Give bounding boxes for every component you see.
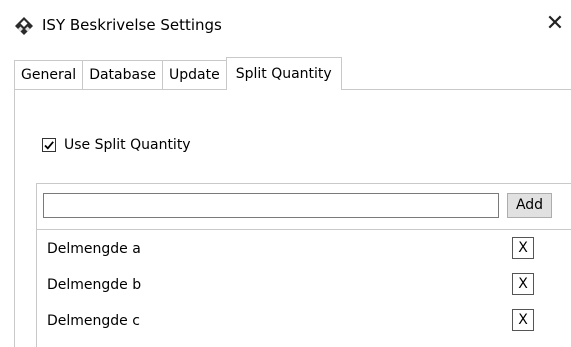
- split-quantity-list: Delmengde a X Delmengde b X Delmengde c …: [37, 229, 571, 347]
- new-split-quantity-input[interactable]: [43, 193, 499, 218]
- list-item: Delmengde a X: [37, 232, 571, 266]
- use-split-quantity-label: Use Split Quantity: [64, 137, 191, 153]
- isy-diamond-icon: [14, 16, 34, 36]
- tab-split-quantity[interactable]: Split Quantity: [225, 57, 342, 90]
- list-item: Delmengde b X: [37, 268, 571, 302]
- use-split-quantity-row[interactable]: Use Split Quantity: [42, 136, 191, 154]
- tab-database[interactable]: Database: [82, 60, 163, 90]
- list-item: Delmengde c X: [37, 304, 571, 338]
- use-split-quantity-checkbox[interactable]: [42, 138, 56, 152]
- title-bar: ISY Beskrivelse Settings ✕: [0, 0, 571, 50]
- settings-window: ISY Beskrivelse Settings ✕ General Datab…: [0, 0, 571, 347]
- remove-item-button[interactable]: X: [512, 237, 534, 259]
- add-button[interactable]: Add: [507, 193, 552, 218]
- close-icon[interactable]: ✕: [539, 8, 571, 40]
- list-item-label: Delmengde a: [47, 241, 141, 257]
- remove-item-button[interactable]: X: [512, 309, 534, 331]
- window-title: ISY Beskrivelse Settings: [42, 16, 222, 34]
- remove-item-button[interactable]: X: [512, 273, 534, 295]
- list-item-label: Delmengde c: [47, 313, 140, 329]
- tab-strip: General Database Update Split Quantity: [14, 57, 342, 90]
- tab-general[interactable]: General: [14, 60, 84, 90]
- tab-update[interactable]: Update: [162, 60, 227, 90]
- list-item-label: Delmengde b: [47, 277, 142, 293]
